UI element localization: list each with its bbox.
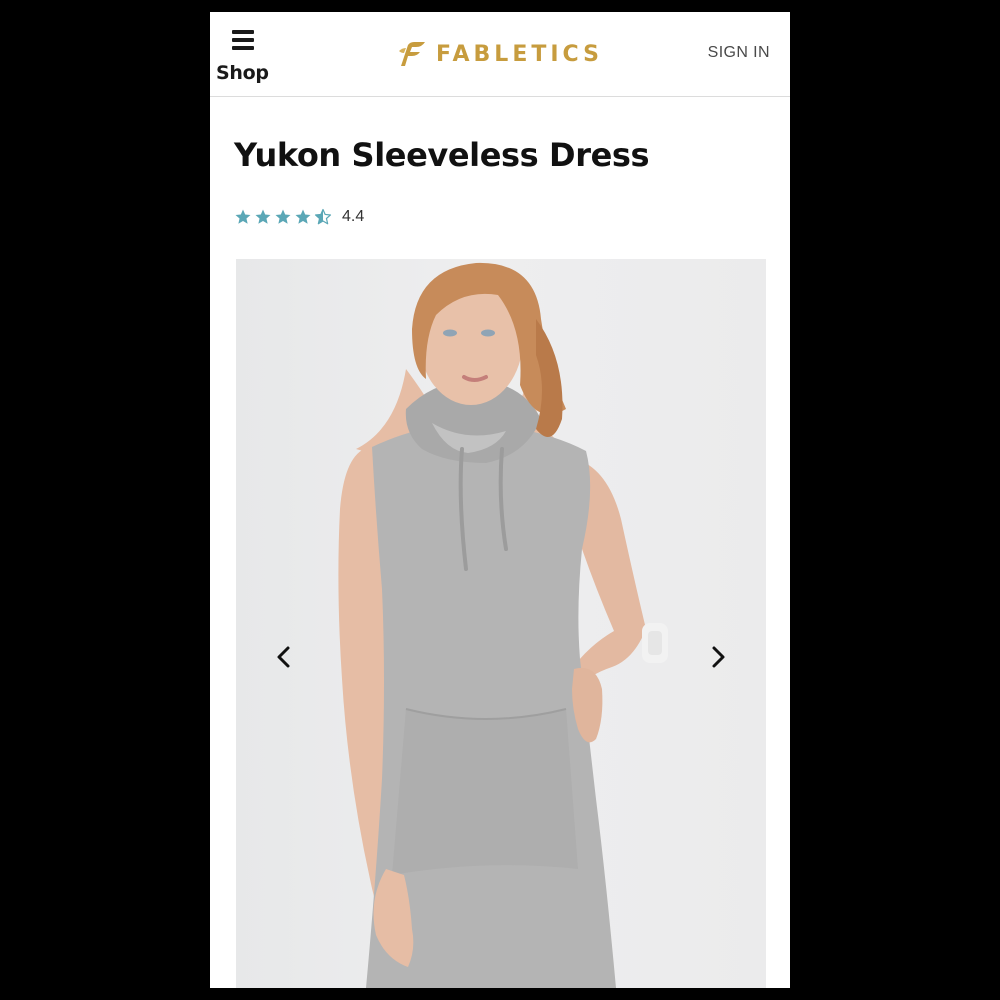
rating-value: 4.4 (342, 208, 365, 225)
star-full-icon (235, 209, 251, 224)
star-full-icon (295, 209, 311, 224)
site-header: Shop FABLETICS SIGN IN (210, 12, 790, 97)
carousel-next-button[interactable] (702, 641, 734, 673)
sign-in-link[interactable]: SIGN IN (708, 44, 770, 62)
product-title: Yukon Sleeveless Dress (234, 136, 650, 174)
star-full-icon (255, 209, 271, 224)
product-rating[interactable]: 4.4 (234, 208, 364, 226)
shop-menu-button[interactable]: Shop (216, 26, 270, 88)
brand-name: FABLETICS (436, 41, 603, 67)
product-photo (338, 262, 668, 988)
hamburger-menu-icon (232, 30, 254, 50)
star-full-icon (275, 209, 291, 224)
shop-menu-label: Shop (216, 62, 269, 84)
product-image-carousel[interactable] (236, 259, 766, 988)
chevron-left-icon (277, 646, 290, 668)
brand-logo-link[interactable]: FABLETICS (396, 38, 603, 70)
mobile-page: Shop FABLETICS SIGN IN Yukon Sleeveless … (210, 12, 790, 988)
fabletics-logo-icon (399, 42, 425, 66)
chevron-right-icon (712, 646, 725, 668)
star-half-icon (314, 208, 332, 225)
carousel-prev-button[interactable] (268, 641, 300, 673)
